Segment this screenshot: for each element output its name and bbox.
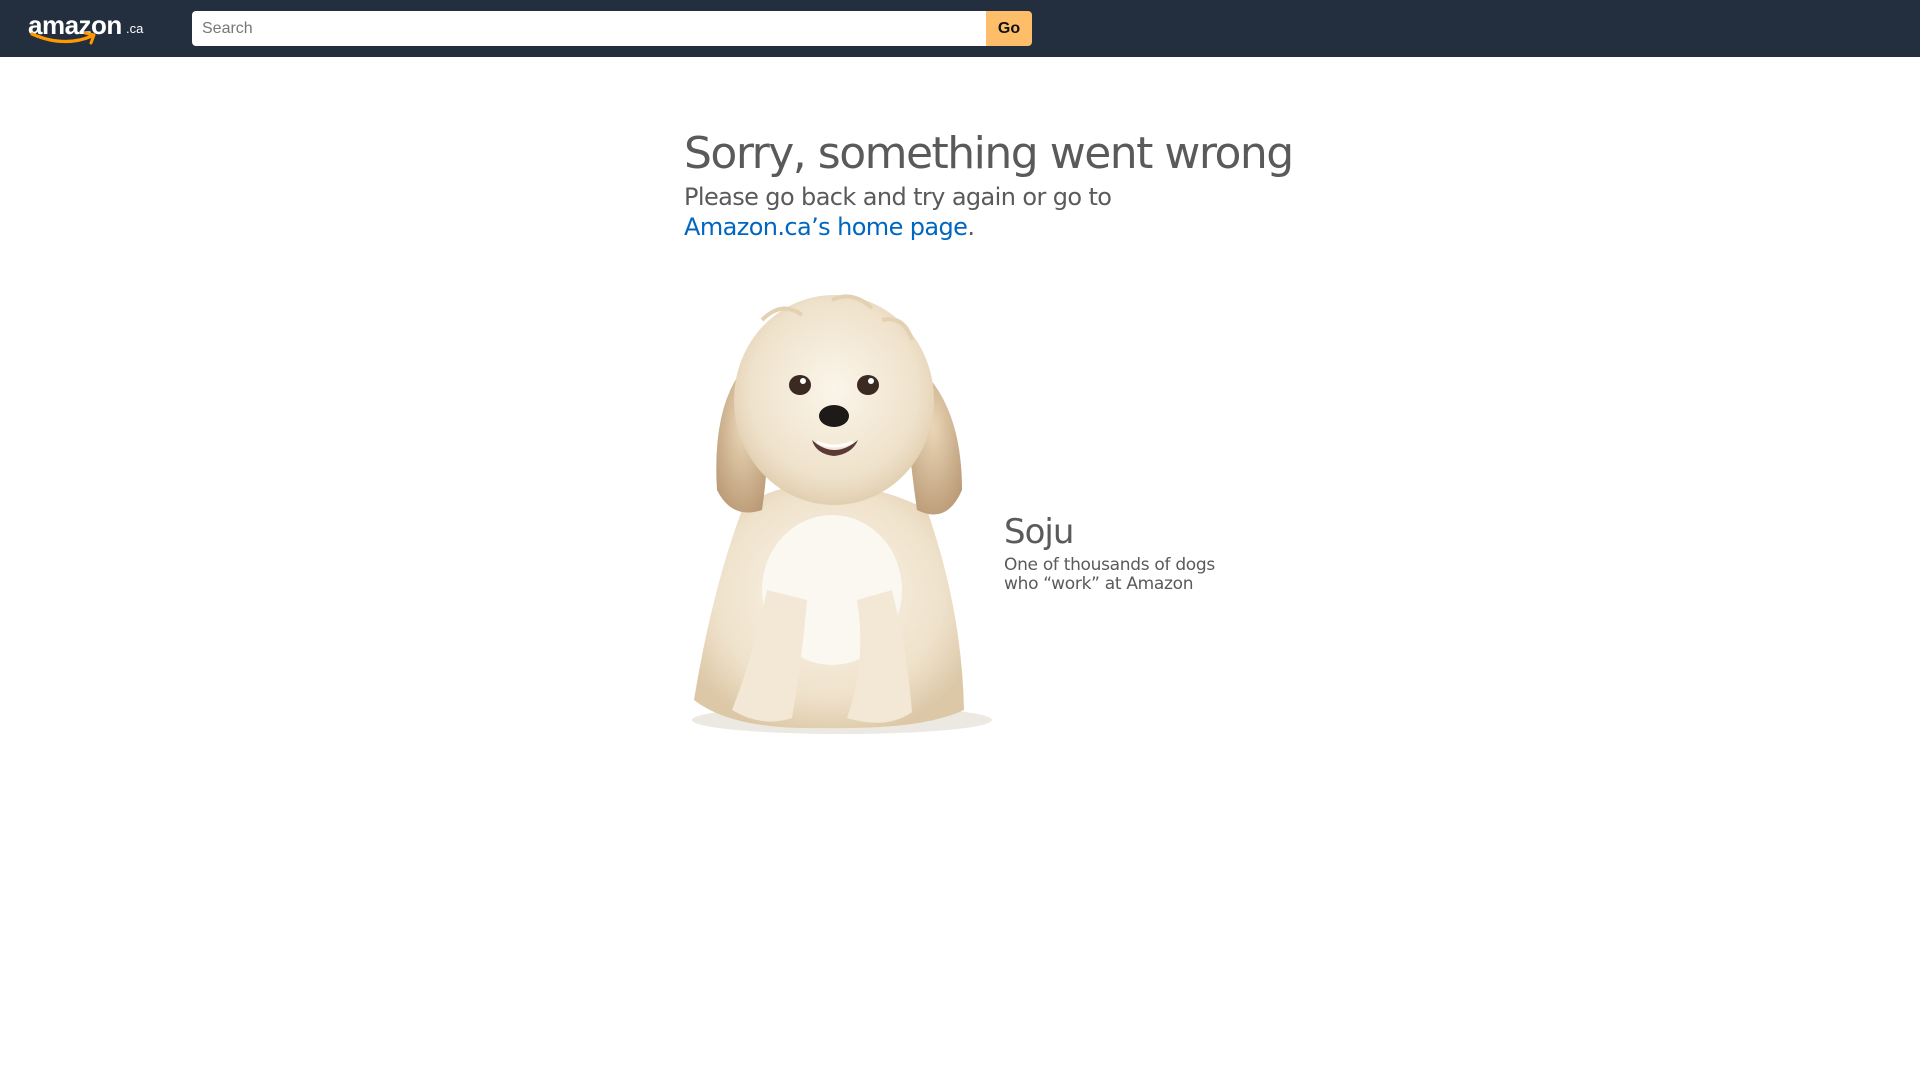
dog-caption-line2: who “work” at Amazon: [1004, 574, 1194, 594]
error-content: Sorry, something went wrong Please go ba…: [672, 120, 1294, 740]
link-suffix: .: [967, 213, 975, 241]
page-title: Sorry, something went wrong: [684, 128, 1294, 179]
dog-feature: Soju One of thousands of dogs who “work”…: [672, 260, 1252, 740]
go-button[interactable]: Go: [986, 11, 1032, 46]
search-input[interactable]: [192, 11, 986, 46]
amazon-logo[interactable]: amazon .ca: [28, 10, 148, 46]
error-message-text: Please go back and try again or go to: [684, 183, 1112, 211]
search-bar: Go: [192, 11, 1032, 46]
error-message: Please go back and try again or go to Am…: [684, 182, 1112, 242]
top-nav-bar: amazon .ca Go: [0, 0, 1920, 57]
home-page-link[interactable]: Amazon.ca’s home page: [684, 213, 968, 241]
dog-caption: One of thousands of dogs who “work” at A…: [1004, 556, 1215, 594]
dog-photo: [692, 294, 992, 734]
dog-caption-line1: One of thousands of dogs: [1004, 555, 1215, 575]
dog-name: Soju: [1004, 512, 1074, 552]
smile-arrow-icon: [30, 31, 96, 45]
logo-tld: .ca: [126, 21, 144, 36]
